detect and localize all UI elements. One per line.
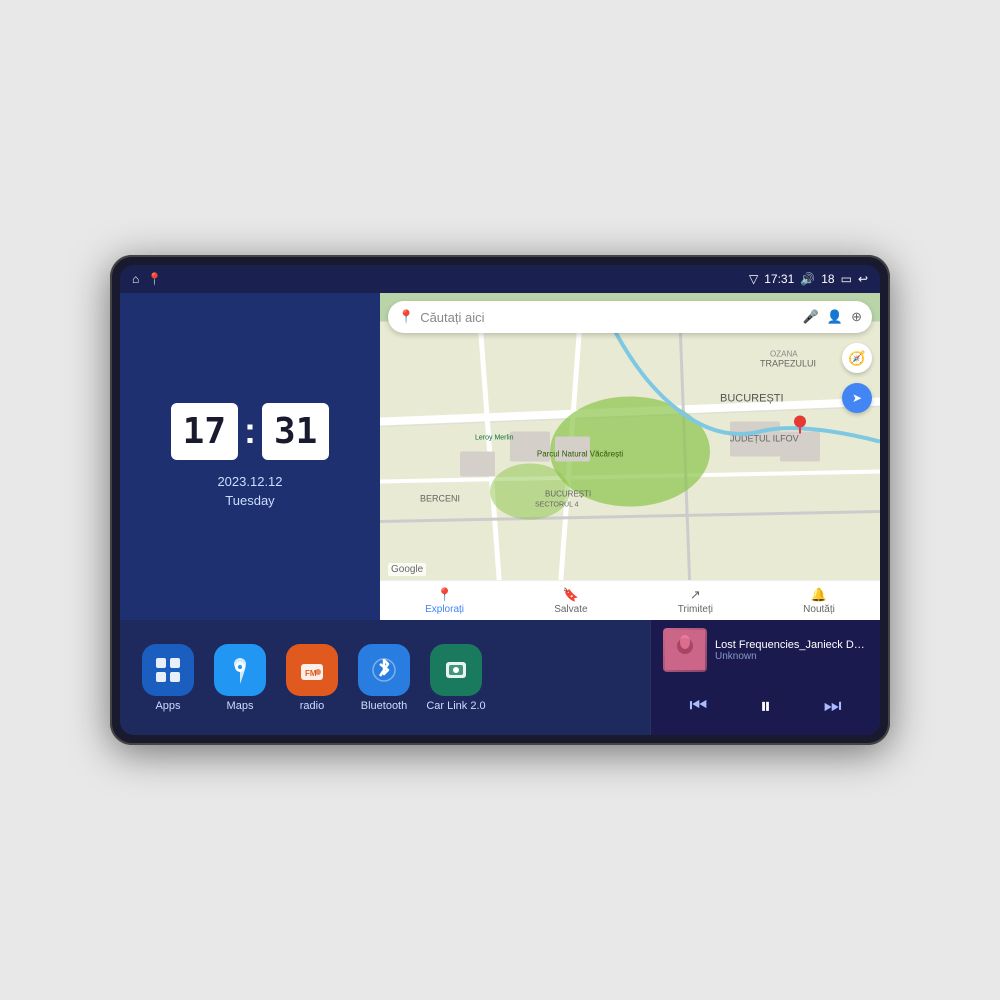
clock-colon: : <box>244 410 256 452</box>
app-item-radio[interactable]: FM radio <box>280 644 344 712</box>
account-icon[interactable]: 👤 <box>827 309 843 325</box>
map-tab-saved[interactable]: 🔖 Salvate <box>554 587 587 615</box>
microphone-icon[interactable]: 🎤 <box>803 309 819 325</box>
maps-status-icon[interactable]: 📍 <box>147 272 162 286</box>
app-item-maps[interactable]: Maps <box>208 644 272 712</box>
media-section: Lost Frequencies_Janieck Devy-... Unknow… <box>650 620 880 735</box>
map-bottom-tabs: 📍 Explorați 🔖 Salvate ↗ Trimiteți 🔔 <box>380 580 880 620</box>
battery-icon: ▭ <box>841 272 852 286</box>
map-search-actions: 🎤 👤 ⊕ <box>803 309 862 325</box>
media-info: Lost Frequencies_Janieck Devy-... Unknow… <box>663 628 868 672</box>
clock-hours: 17 <box>171 403 238 460</box>
radio-label: radio <box>300 700 324 712</box>
app-item-carlink[interactable]: Car Link 2.0 <box>424 644 488 712</box>
maps-label: Maps <box>227 700 254 712</box>
map-search-bar[interactable]: 📍 Căutați aici 🎤 👤 ⊕ <box>388 301 872 333</box>
bottom-section: Apps Maps <box>120 620 880 735</box>
media-artist: Unknown <box>715 651 868 662</box>
status-left: ⌂ 📍 <box>132 272 162 286</box>
apps-icon <box>142 644 194 696</box>
status-right: ▽ 17:31 🔊 18 ▭ ↩ <box>749 272 868 286</box>
main-content: 17 : 31 2023.12.12 Tuesday <box>120 293 880 735</box>
radio-icon: FM <box>286 644 338 696</box>
map-tab-send[interactable]: ↗ Trimiteți <box>678 587 713 615</box>
clock-panel: 17 : 31 2023.12.12 Tuesday <box>120 293 380 620</box>
app-item-apps[interactable]: Apps <box>136 644 200 712</box>
media-controls: ⏮ ⏸ ⏭ <box>663 685 868 727</box>
svg-text:TRAPEZULUI: TRAPEZULUI <box>760 359 816 369</box>
home-icon[interactable]: ⌂ <box>132 272 139 286</box>
device-shell: ⌂ 📍 ▽ 17:31 🔊 18 ▭ ↩ 17 : <box>110 255 890 745</box>
prev-button[interactable]: ⏮ <box>681 691 715 722</box>
clock-date: 2023.12.12 Tuesday <box>217 472 282 511</box>
status-time: 17:31 <box>764 272 794 286</box>
svg-text:FM: FM <box>305 669 317 678</box>
media-title: Lost Frequencies_Janieck Devy-... <box>715 639 868 651</box>
svg-text:BUCUREȘTI: BUCUREȘTI <box>720 393 784 405</box>
svg-text:Leroy Merlin: Leroy Merlin <box>475 435 514 442</box>
news-label: Noutăți <box>803 604 835 615</box>
navigation-button[interactable]: ➤ <box>842 383 872 413</box>
signal-icon: ▽ <box>749 272 758 286</box>
svg-text:BUCUREȘTI: BUCUREȘTI <box>545 490 591 499</box>
maps-app-icon <box>214 644 266 696</box>
clock-display: 17 : 31 <box>171 403 330 460</box>
saved-label: Salvate <box>554 604 587 615</box>
news-icon: 🔔 <box>811 587 827 603</box>
compass-button[interactable]: 🧭 <box>842 343 872 373</box>
svg-text:BERCENI: BERCENI <box>420 494 460 504</box>
next-button[interactable]: ⏭ <box>816 691 850 722</box>
screen: ⌂ 📍 ▽ 17:31 🔊 18 ▭ ↩ 17 : <box>120 265 880 735</box>
media-text: Lost Frequencies_Janieck Devy-... Unknow… <box>715 639 868 662</box>
explore-label: Explorați <box>425 604 464 615</box>
top-section: 17 : 31 2023.12.12 Tuesday <box>120 293 880 620</box>
app-item-bluetooth[interactable]: Bluetooth <box>352 644 416 712</box>
svg-text:OZANA: OZANA <box>770 350 798 359</box>
clock-minutes: 31 <box>262 403 329 460</box>
saved-icon: 🔖 <box>563 587 579 603</box>
maps-logo-icon: 📍 <box>398 309 414 325</box>
apps-label: Apps <box>155 700 180 712</box>
explore-icon: 📍 <box>436 587 452 603</box>
google-logo: Google <box>388 563 426 576</box>
carlink-icon <box>430 644 482 696</box>
bluetooth-icon <box>358 644 410 696</box>
back-icon[interactable]: ↩ <box>858 272 868 286</box>
layers-icon[interactable]: ⊕ <box>851 309 862 325</box>
apps-section: Apps Maps <box>120 620 650 735</box>
map-tab-explore[interactable]: 📍 Explorați <box>425 587 464 615</box>
map-search-placeholder[interactable]: Căutați aici <box>420 310 797 325</box>
volume-icon: 🔊 <box>800 272 815 286</box>
svg-text:Parcul Natural Văcărești: Parcul Natural Văcărești <box>537 450 623 459</box>
play-pause-button[interactable]: ⏸ <box>752 689 779 723</box>
carlink-label: Car Link 2.0 <box>426 700 485 712</box>
status-bar: ⌂ 📍 ▽ 17:31 🔊 18 ▭ ↩ <box>120 265 880 293</box>
bluetooth-label: Bluetooth <box>361 700 407 712</box>
send-icon: ↗ <box>690 587 701 603</box>
media-thumbnail <box>663 628 707 672</box>
map-panel[interactable]: BUCUREȘTI JUDEȚUL ILFOV BERCENI TRAPEZUL… <box>380 293 880 620</box>
send-label: Trimiteți <box>678 604 713 615</box>
map-tab-news[interactable]: 🔔 Noutăți <box>803 587 835 615</box>
svg-text:SECTORUL 4: SECTORUL 4 <box>535 502 579 509</box>
battery-level: 18 <box>821 272 834 286</box>
